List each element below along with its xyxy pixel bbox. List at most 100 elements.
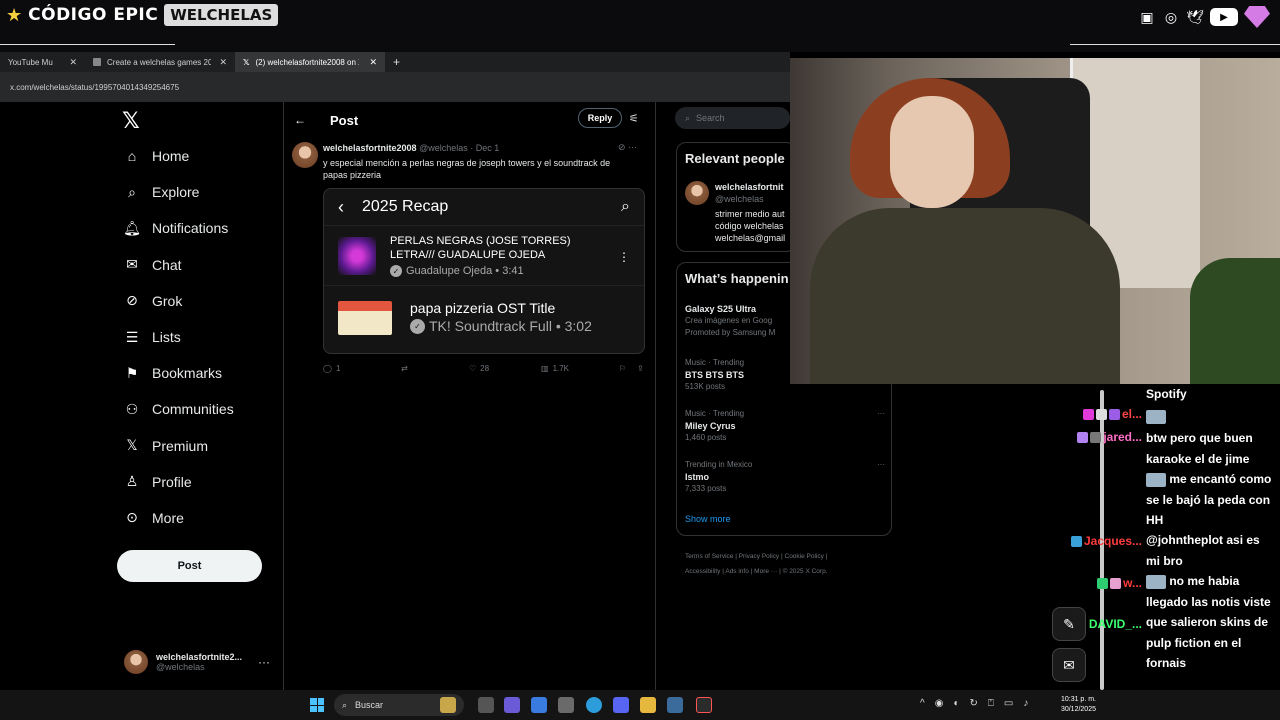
tweet-actions: ◯ 1 ⇄ ♡ 28 ▥ 1.7K ⚐ ⇪ — [323, 364, 648, 373]
monitor-icon[interactable]: ▭ — [1004, 698, 1013, 709]
browser-tab[interactable]: Create a welchelas games 2025 ✕ — [85, 52, 235, 72]
author-name[interactable]: welchelasfortnite2008 — [323, 143, 417, 153]
taskbar-app-icon[interactable] — [640, 697, 656, 713]
close-tab-icon[interactable]: ✕ — [69, 57, 77, 68]
view-count: 1.7K — [552, 364, 570, 373]
footer-link[interactable]: Privacy Policy — [739, 553, 779, 560]
mail-icon[interactable]: ✉ — [1052, 648, 1086, 682]
browser-tab-active[interactable]: 𝕏 (2) welchelasfortnite2008 on X ✕ — [235, 52, 385, 72]
relevant-person[interactable]: welchelasfortnit @welchelas strimer medi… — [715, 181, 785, 244]
like-action[interactable]: ♡ 28 — [469, 364, 541, 373]
kebab-menu-icon: ⋮ — [618, 250, 630, 264]
taskbar-app-icon[interactable] — [586, 697, 602, 713]
taskbar-app-icon[interactable] — [440, 697, 456, 713]
reply-button[interactable]: Reply — [578, 108, 622, 128]
tweet-date[interactable]: · Dec 1 — [470, 143, 499, 153]
taskbar-app-icon[interactable] — [696, 697, 712, 713]
address-bar[interactable]: x.com/welchelas/status/19957040143492546… — [0, 72, 790, 102]
footer-link[interactable]: Terms of Service — [685, 553, 733, 560]
trend-item[interactable]: Music · Trending Miley Cyrus 1,460 posts… — [685, 408, 885, 444]
nav-chat[interactable]: ✉ Chat — [116, 247, 276, 283]
tweet-media-image[interactable]: ‹ 2025 Recap ⌕ PERLAS NEGRAS (JOSE TORRE… — [323, 188, 645, 354]
nav-more[interactable]: ⊙ More — [116, 500, 276, 536]
tray-icon[interactable]: ↻ — [969, 698, 977, 709]
bookmark-icon: ⚐ — [619, 364, 627, 373]
speaker-icon[interactable]: ♪ — [1023, 698, 1028, 709]
reply-icon: ◯ — [323, 364, 332, 373]
close-tab-icon[interactable]: ✕ — [219, 57, 227, 68]
person-bio-line: código welchelas — [715, 221, 784, 231]
taskbar-app-icon[interactable] — [531, 697, 547, 713]
bookmark-action[interactable]: ⚐ — [619, 364, 637, 373]
chat-username-text: w... — [1123, 576, 1142, 590]
footer-copyright: © 2025 X Corp. — [782, 568, 828, 575]
nav-home[interactable]: ⌂ Home — [116, 138, 276, 174]
divider — [283, 102, 284, 692]
song-artist-text: TK! Soundtrack Full • 3:02 — [429, 318, 592, 334]
person-icon: ♙ — [125, 473, 139, 490]
more-icon[interactable]: ··· — [628, 142, 637, 152]
song-row: papa pizzeria OST Title ✓ TK! Soundtrack … — [324, 285, 644, 349]
nav-lists[interactable]: ☰ Lists — [116, 319, 276, 355]
relevant-people-card: Relevant people welchelasfortnit @welche… — [676, 142, 796, 252]
trend-context: Trending in Mexico — [685, 460, 753, 469]
author-handle[interactable]: @welchelas — [419, 143, 468, 153]
more-icon[interactable]: ··· — [258, 655, 270, 669]
nav-communities[interactable]: ⚇ Communities — [116, 391, 276, 427]
close-tab-icon[interactable]: ✕ — [369, 57, 377, 68]
taskbar-app-icon[interactable] — [504, 697, 520, 713]
footer-link[interactable]: Accessibility — [685, 568, 720, 575]
nav-grok[interactable]: ⊘ Grok — [116, 283, 276, 319]
repost-action[interactable]: ⇄ — [401, 364, 469, 373]
search-icon: ⌕ — [128, 183, 136, 200]
browser-tab[interactable]: YouTube Mu ✕ — [0, 52, 85, 72]
youtube-icon: ▶ — [1210, 8, 1238, 26]
nav-premium[interactable]: 𝕏 Premium — [116, 428, 276, 464]
taskbar-clock[interactable]: 10:31 p. m. 30/12/2025 — [1052, 695, 1096, 715]
taskbar-app-icon[interactable] — [478, 697, 494, 713]
nav-notifications[interactable]: 🔔︎ Notifications — [116, 210, 276, 246]
nav-profile[interactable]: ♙ Profile — [116, 464, 276, 500]
microphone-icon[interactable]: ⍞ — [988, 698, 994, 709]
search-placeholder: Search — [696, 113, 725, 123]
new-tab-icon[interactable]: + — [385, 55, 400, 69]
grok-icon[interactable]: ⊘ — [618, 142, 626, 152]
windows-start-icon[interactable] — [310, 698, 324, 712]
search-icon: ⌕ — [342, 699, 348, 710]
trend-item[interactable]: Trending in Mexico Istmo 7,333 posts ··· — [685, 459, 885, 495]
song-thumbnail — [338, 236, 376, 275]
post-button[interactable]: Post — [117, 550, 262, 582]
back-arrow-icon[interactable]: ← — [294, 113, 306, 127]
tray-icon[interactable]: ◉ — [935, 698, 944, 709]
share-action[interactable]: ⇪ — [637, 364, 644, 373]
discord-icon[interactable]: ✎ — [1052, 607, 1086, 641]
sliders-icon[interactable]: ⚟ — [629, 112, 639, 125]
reply-action[interactable]: ◯ 1 — [323, 364, 401, 373]
chevron-left-icon: ‹ — [338, 196, 344, 217]
chat-username: Jacques... — [1050, 534, 1142, 548]
chevron-up-icon[interactable]: ^ — [920, 698, 925, 709]
show-more-link[interactable]: Show more — [685, 514, 731, 524]
more-icon[interactable]: ··· — [877, 459, 885, 471]
avatar[interactable] — [685, 181, 709, 205]
nav-bookmarks[interactable]: ⚑ Bookmarks — [116, 355, 276, 391]
nav-label: Lists — [152, 329, 181, 346]
person-name: welchelasfortnit — [715, 182, 784, 192]
more-icon[interactable]: ··· — [877, 408, 885, 420]
footer-link[interactable]: Ads info — [725, 568, 749, 575]
footer-link[interactable]: More ··· — [754, 568, 777, 575]
person-bio-line: strimer medio aut — [715, 209, 785, 219]
avatar[interactable] — [292, 142, 318, 168]
nav-explore[interactable]: ⌕ Explore — [116, 174, 276, 210]
x-premium-icon: 𝕏 — [126, 437, 138, 454]
views-action[interactable]: ▥ 1.7K — [541, 364, 619, 373]
tweet-meta: welchelasfortnite2008 @welchelas · Dec 1 — [323, 143, 499, 153]
taskbar-app-icon[interactable] — [667, 697, 683, 713]
x-logo-icon[interactable]: 𝕏 — [122, 108, 140, 134]
tray-icon[interactable]: ◐ — [953, 698, 959, 709]
taskbar-app-icon[interactable] — [613, 697, 629, 713]
footer-link[interactable]: Cookie Policy — [785, 553, 824, 560]
taskbar-app-icon[interactable] — [558, 697, 574, 713]
search-input[interactable]: ⌕ Search — [675, 107, 790, 129]
account-switcher[interactable]: welchelasfortnite2... @welchelas — [124, 650, 242, 674]
